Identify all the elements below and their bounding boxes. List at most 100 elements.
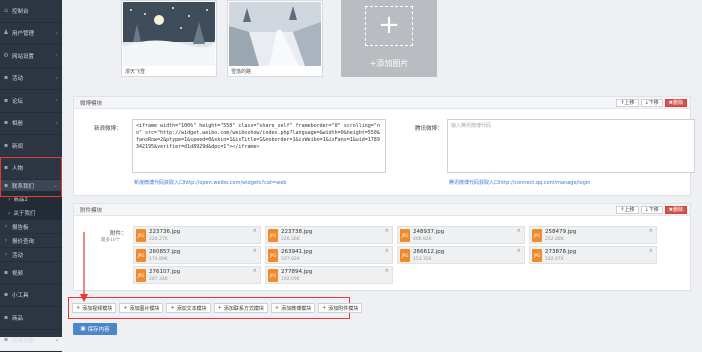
sina-weibo-link[interactable]: 新浪微博代码获取入口http://open.weibo.com/widgets?…	[134, 179, 286, 186]
image-card[interactable]: 漫天飞雪	[121, 0, 217, 77]
close-icon[interactable]: ×	[253, 248, 257, 254]
sina-weibo-label: 新浪微博：	[94, 124, 122, 132]
jpg-file-icon: JPG	[268, 249, 278, 262]
sidebar-item-users[interactable]: ♟用户管理‹	[0, 23, 62, 46]
jpg-file-icon: JPG	[532, 249, 542, 262]
sidebar-item-forum[interactable]: ▪论坛‹	[0, 90, 62, 113]
move-down-button[interactable]: ↓下移	[641, 206, 663, 214]
jpg-file-icon: JPG	[136, 249, 146, 262]
close-icon[interactable]: ×	[385, 228, 389, 234]
add-text-module-button[interactable]: +添加文本模块	[166, 303, 210, 313]
attachment-file[interactable]: JPG273878.jpg182.07K×	[529, 246, 657, 264]
delete-button[interactable]: ✖删除	[665, 99, 687, 107]
report-icon: ›	[3, 224, 9, 230]
file-name: 223736.jpg	[149, 229, 180, 235]
query-icon: ›	[3, 238, 9, 244]
save-content-button[interactable]: ▣保存内容	[73, 323, 117, 335]
attachment-file[interactable]: JPG258479.jpg252.88K×	[529, 226, 657, 244]
file-size: 406.82K	[413, 237, 432, 242]
forum-icon: ▪	[3, 98, 9, 104]
plus-icon: +	[123, 305, 127, 311]
close-icon[interactable]: ×	[517, 248, 521, 254]
move-up-button[interactable]: ↑上移	[616, 206, 638, 214]
save-icon: ▣	[80, 326, 85, 332]
sidebar-item-query[interactable]: ›报价查询	[0, 234, 62, 248]
add-contact-module-button[interactable]: +添加联系方式模块	[214, 303, 268, 313]
attachment-file[interactable]: JPG276107.jpg287.34K×	[133, 266, 261, 284]
add-image-tile[interactable]: + +添加图片	[341, 0, 437, 77]
sidebar-subitem-about[interactable]: ›关于我们	[0, 206, 62, 220]
attachment-file[interactable]: JPG248937.jpg 406.82K ×	[397, 226, 525, 244]
file-size: 182.07K	[545, 257, 564, 262]
file-name: 258479.jpg	[545, 229, 576, 235]
album-icon: ▪	[3, 120, 9, 126]
tencent-weibo-link[interactable]: 腾讯微博代码获取入口http://connect.qq.com/manage/l…	[449, 179, 590, 186]
add-image-module-button[interactable]: +添加图片模块	[119, 303, 163, 313]
tencent-weibo-label: 腾讯微博：	[415, 124, 443, 132]
sidebar-item-tools[interactable]: ▪小工具	[0, 285, 62, 308]
sidebar-item-news[interactable]: ▪新闻	[0, 135, 62, 158]
move-down-button[interactable]: ↓下移	[641, 99, 663, 107]
file-name: 263941.jpg	[281, 249, 312, 255]
file-name: 248937.jpg	[413, 229, 444, 235]
sidebar-item-dashboard[interactable]: ⌂控制台	[0, 0, 62, 23]
sidebar-item-album[interactable]: ▪相册‹	[0, 113, 62, 136]
tencent-weibo-textarea[interactable]: 输入腾讯微博代码	[447, 119, 695, 173]
plus-icon: +	[322, 305, 326, 311]
button-label: 添加视频模块	[82, 305, 112, 312]
users-icon: ♟	[3, 30, 9, 36]
jpg-file-icon: JPG	[268, 269, 278, 282]
panel-actions: ↑上移 ↓下移 ✖删除	[616, 99, 687, 107]
sina-weibo-textarea[interactable]: <iframe width="100%" height="550" class=…	[132, 119, 386, 173]
move-up-label: 上移	[625, 207, 635, 213]
close-icon[interactable]: ×	[385, 248, 389, 254]
jpg-file-icon: JPG	[268, 229, 278, 242]
chevron-left-icon: ‹	[56, 75, 58, 82]
sidebar-item-event[interactable]: ›活动	[0, 248, 62, 262]
button-label: 添加附件模块	[328, 305, 358, 312]
button-label: 添加文本模块	[177, 305, 207, 312]
delete-label: 删除	[673, 207, 683, 213]
add-module-toolbar: +添加视频模块 +添加图片模块 +添加文本模块 +添加联系方式模块 +添加微博模…	[68, 297, 350, 319]
add-weibo-module-button[interactable]: +添加微博模块	[271, 303, 315, 313]
chevron-right-icon: ›	[8, 210, 10, 217]
attachment-file[interactable]: JPG223736.jpg226.27K×	[133, 226, 261, 244]
sidebar-item-advanced[interactable]: ▪高级功能‹	[0, 330, 62, 352]
close-icon[interactable]: ×	[649, 248, 653, 254]
jpg-file-icon: JPG	[136, 269, 146, 282]
attachment-file[interactable]: JPG266612.jpg153.35K×	[397, 246, 525, 264]
attachment-file[interactable]: JPG277894.jpg192.09K×	[265, 266, 393, 284]
panel-title: 微博模块	[74, 97, 690, 109]
sidebar-item-video[interactable]: ▪视频	[0, 262, 62, 285]
move-down-label: 下移	[649, 207, 659, 213]
delete-button[interactable]: ✖删除	[665, 206, 687, 214]
activity-icon: ▪	[3, 75, 9, 81]
add-video-module-button[interactable]: +添加视频模块	[72, 303, 116, 313]
sidebar-item-product[interactable]: ▪商品	[0, 307, 62, 330]
close-icon[interactable]: ×	[253, 228, 257, 234]
move-up-button[interactable]: ↑上移	[616, 99, 638, 107]
tools-icon: ▪	[3, 292, 9, 298]
attachment-panel: 附件模块 ↑上移 ↓下移 ✖删除 附件： 最多10个 JPG223736.jpg…	[73, 203, 691, 291]
chevron-left-icon: ‹	[56, 30, 58, 37]
add-attachment-module-button[interactable]: +添加附件模块	[318, 303, 362, 313]
move-up-label: 上移	[625, 100, 635, 106]
close-icon[interactable]: ×	[517, 228, 521, 234]
attachment-file[interactable]: JPG260857.jpg174.89K×	[133, 246, 261, 264]
plus-icon: +	[218, 305, 222, 311]
file-size: 252.88K	[545, 237, 564, 242]
plus-icon: +	[365, 6, 413, 46]
jpg-file-icon: JPG	[400, 229, 410, 242]
attachment-file[interactable]: JPG263941.jpg507.02K×	[265, 246, 393, 264]
image-card[interactable]: 雪落的路	[227, 0, 323, 77]
chevron-left-icon: ‹	[56, 52, 58, 59]
chevron-left-icon: ‹	[56, 337, 58, 344]
sidebar-item-activity[interactable]: ▪活动‹	[0, 68, 62, 91]
close-icon[interactable]: ×	[253, 268, 257, 274]
image-caption: 雪落的路	[231, 68, 251, 75]
close-icon[interactable]: ×	[385, 268, 389, 274]
close-icon[interactable]: ×	[649, 228, 653, 234]
attachment-file[interactable]: JPG223738.jpg226.36K×	[265, 226, 393, 244]
sidebar-item-settings[interactable]: ⚙网站设置‹	[0, 45, 62, 68]
sidebar-item-report[interactable]: ›报告板	[0, 220, 62, 234]
